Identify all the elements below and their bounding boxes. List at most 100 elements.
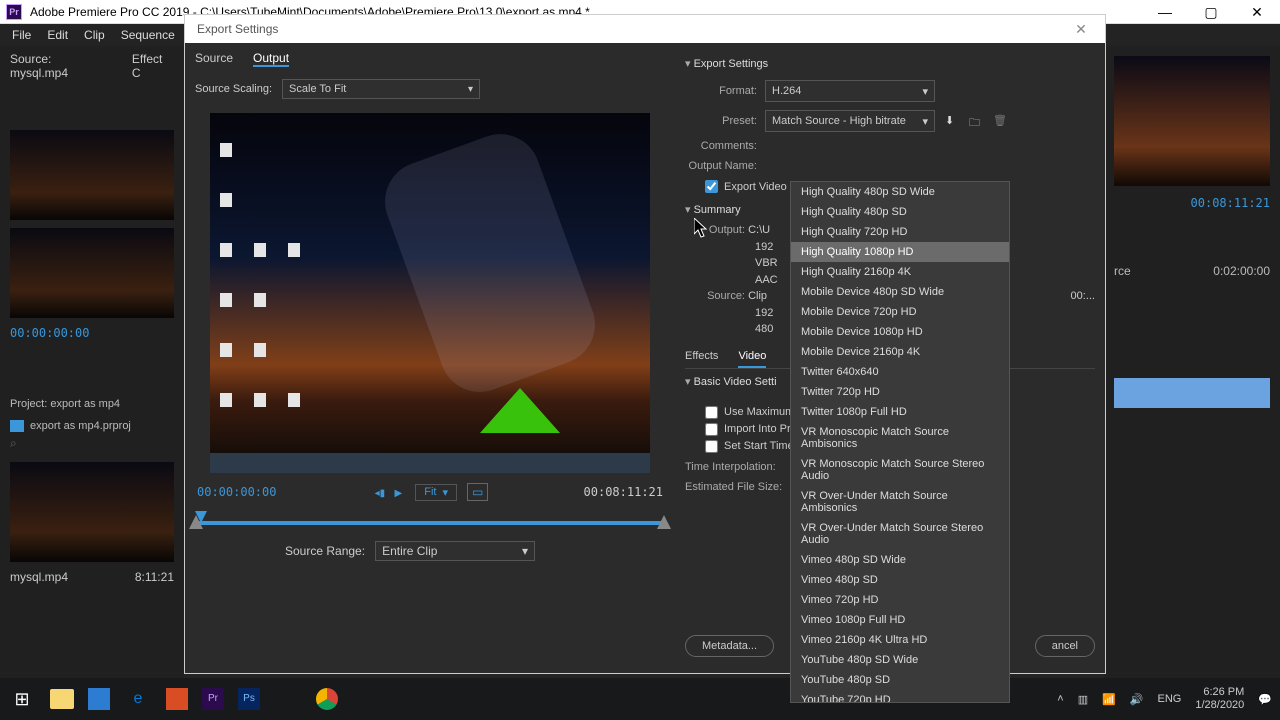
menu-clip[interactable]: Clip xyxy=(76,28,113,42)
edge-icon[interactable]: e xyxy=(124,685,152,713)
chevron-down-icon: ▾ xyxy=(922,85,928,98)
left-thumb1 xyxy=(10,130,174,220)
project-thumb[interactable] xyxy=(10,462,174,562)
format-value: H.264 xyxy=(772,85,801,97)
play-icon[interactable]: ▶ xyxy=(395,488,403,499)
bg-tc-right: 00:08:11:21 xyxy=(1114,196,1270,210)
camtasia-icon[interactable] xyxy=(166,688,188,710)
video-preview xyxy=(210,113,650,473)
summary-source-label: Source: xyxy=(685,288,745,305)
timeline-clip[interactable] xyxy=(1114,378,1270,408)
tray-chevron-icon[interactable]: ˄ xyxy=(1057,693,1063,705)
tray-clock[interactable]: 6:26 PM 1/28/2020 xyxy=(1195,686,1244,712)
metadata-button[interactable]: Metadata... xyxy=(685,635,774,657)
tray-volume-icon[interactable]: 🔊 xyxy=(1130,693,1144,706)
source-dur: 8:11:21 xyxy=(135,570,174,584)
set-start-tc-checkbox[interactable] xyxy=(705,440,718,453)
vscode-icon[interactable] xyxy=(88,688,110,710)
source-tab[interactable]: Source: mysql.mp4 xyxy=(10,52,112,80)
app-icon: Pr xyxy=(6,4,22,20)
photoshop-icon[interactable]: Ps xyxy=(238,688,260,710)
preset-option[interactable]: Vimeo 1080p Full HD xyxy=(791,610,1009,630)
preset-option[interactable]: YouTube 720p HD xyxy=(791,690,1009,703)
chrome-icon[interactable] xyxy=(316,688,338,710)
project-tab[interactable]: Project: export as mp4 xyxy=(10,398,174,410)
tray-network-icon[interactable]: ▥ xyxy=(1078,693,1088,706)
scaling-value: Scale To Fit xyxy=(289,83,346,95)
tab-effects[interactable]: Effects xyxy=(685,346,718,368)
close-icon[interactable]: ✕ xyxy=(1061,16,1101,42)
preset-option[interactable]: YouTube 480p SD Wide xyxy=(791,650,1009,670)
export-video-label: Export Video xyxy=(724,181,787,193)
preset-option[interactable]: Twitter 640x640 xyxy=(791,362,1009,382)
preset-option[interactable]: Vimeo 480p SD Wide xyxy=(791,550,1009,570)
preset-option[interactable]: VR Over-Under Match Source Stereo Audio xyxy=(791,518,1009,550)
effect-tab[interactable]: Effect C xyxy=(132,52,174,80)
preset-option[interactable]: High Quality 480p SD Wide xyxy=(791,182,1009,202)
import-project-checkbox[interactable] xyxy=(705,423,718,436)
program-thumb xyxy=(1114,56,1270,186)
timecode-current[interactable]: 00:00:00:00 xyxy=(197,485,276,499)
preset-option[interactable]: Mobile Device 2160p 4K xyxy=(791,342,1009,362)
preset-label: Preset: xyxy=(685,115,765,127)
zoom-select[interactable]: Fit ▾ xyxy=(415,484,457,501)
prproj-name[interactable]: export as mp4.prproj xyxy=(30,420,131,432)
scrub-bar[interactable] xyxy=(185,505,675,537)
in-handle-icon[interactable] xyxy=(189,515,203,529)
cancel-button-label: ancel xyxy=(1052,640,1078,652)
maximize-button[interactable]: ▢ xyxy=(1188,0,1234,24)
explorer-icon[interactable] xyxy=(50,689,74,709)
menu-sequence[interactable]: Sequence xyxy=(113,28,183,42)
close-button[interactable]: ✕ xyxy=(1234,0,1280,24)
bg-tc-left: 00:00:00:00 xyxy=(10,326,174,340)
preset-option[interactable]: Twitter 720p HD xyxy=(791,382,1009,402)
tray-lang[interactable]: ENG xyxy=(1158,693,1182,705)
use-max-checkbox[interactable] xyxy=(705,406,718,419)
import-preset-icon[interactable]: 🗀 xyxy=(969,114,983,128)
timeline-source: rce xyxy=(1114,264,1131,278)
preset-option[interactable]: Mobile Device 480p SD Wide xyxy=(791,282,1009,302)
source-range-value: Entire Clip xyxy=(382,544,437,558)
preset-option[interactable]: Mobile Device 1080p HD xyxy=(791,322,1009,342)
save-preset-icon[interactable]: ⬇ xyxy=(945,114,959,128)
delete-preset-icon[interactable]: 🗑 xyxy=(993,114,1007,128)
prev-frame-icon[interactable]: ◂▮ xyxy=(375,488,386,499)
start-menu-icon[interactable]: ⊞ xyxy=(8,685,36,713)
tray-wifi-icon[interactable]: 📶 xyxy=(1102,693,1116,706)
cancel-button[interactable]: ancel xyxy=(1035,635,1095,657)
preset-option[interactable]: Twitter 1080p Full HD xyxy=(791,402,1009,422)
preset-option[interactable]: YouTube 480p SD xyxy=(791,670,1009,690)
output-name-label: Output Name: xyxy=(685,160,765,172)
menu-file[interactable]: File xyxy=(4,28,39,42)
preset-option[interactable]: High Quality 480p SD xyxy=(791,202,1009,222)
preset-option[interactable]: Vimeo 2160p 4K Ultra HD xyxy=(791,630,1009,650)
preset-option[interactable]: Vimeo 480p SD xyxy=(791,570,1009,590)
premiere-taskbar-icon[interactable]: Pr xyxy=(202,688,224,710)
timeline-tc: 0:02:00:00 xyxy=(1213,264,1270,278)
preset-option[interactable]: High Quality 2160p 4K xyxy=(791,262,1009,282)
source-range-select[interactable]: Entire Clip ▾ xyxy=(375,541,535,561)
tab-source[interactable]: Source xyxy=(195,51,233,67)
export-video-checkbox[interactable] xyxy=(705,180,718,193)
preset-option[interactable]: Mobile Device 720p HD xyxy=(791,302,1009,322)
preset-option[interactable]: VR Monoscopic Match Source Ambisonics xyxy=(791,422,1009,454)
tab-video[interactable]: Video xyxy=(738,346,766,368)
notification-icon[interactable]: 💬 xyxy=(1258,693,1272,706)
preset-option[interactable]: High Quality 720p HD xyxy=(791,222,1009,242)
export-settings-heading[interactable]: Export Settings xyxy=(685,51,1095,76)
format-select[interactable]: H.264 ▾ xyxy=(765,80,935,102)
scaling-select[interactable]: Scale To Fit ▾ xyxy=(282,79,480,99)
preset-option[interactable]: VR Monoscopic Match Source Stereo Audio xyxy=(791,454,1009,486)
preset-dropdown-list[interactable]: High Quality 480p SD WideHigh Quality 48… xyxy=(790,181,1010,703)
out-handle-icon[interactable] xyxy=(657,515,671,529)
preset-option[interactable]: High Quality 1080p HD xyxy=(791,242,1009,262)
preset-option[interactable]: VR Over-Under Match Source Ambisonics xyxy=(791,486,1009,518)
preset-option[interactable]: Vimeo 720p HD xyxy=(791,590,1009,610)
menu-edit[interactable]: Edit xyxy=(39,28,76,42)
minimize-button[interactable]: — xyxy=(1142,0,1188,24)
tray-time: 6:26 PM xyxy=(1195,686,1244,699)
tab-output[interactable]: Output xyxy=(253,51,289,67)
preset-select[interactable]: Match Source - High bitrate ▾ xyxy=(765,110,935,132)
bg-right-column: 00:08:11:21 rce 0:02:00:00 xyxy=(1104,46,1280,678)
aspect-icon[interactable]: ▭ xyxy=(467,483,488,501)
